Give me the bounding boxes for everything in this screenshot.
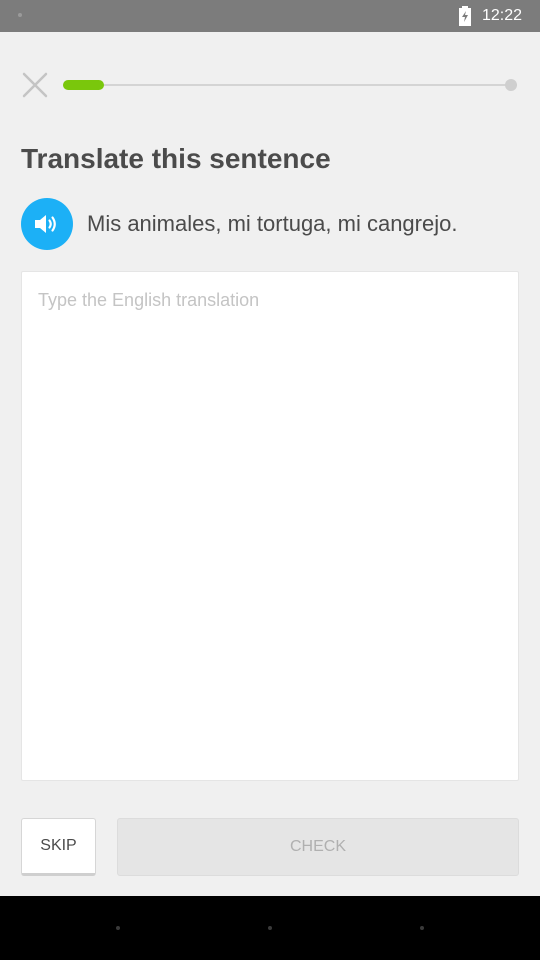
answer-box <box>21 271 519 781</box>
exercise-heading: Translate this sentence <box>21 143 331 174</box>
translation-input[interactable] <box>22 272 518 780</box>
nav-back-button[interactable] <box>116 926 120 930</box>
progress-fill <box>63 80 104 90</box>
status-time: 12:22 <box>482 7 523 24</box>
navigation-bar <box>0 896 540 960</box>
progress-bar <box>63 84 517 86</box>
notification-dot <box>18 13 22 17</box>
status-bar: 12:22 <box>0 0 540 32</box>
battery-charging-icon <box>459 6 471 26</box>
check-button[interactable]: CHECK <box>117 818 519 876</box>
skip-button[interactable]: SKIP <box>21 818 96 876</box>
progress-end-marker <box>505 79 517 91</box>
play-audio-button[interactable] <box>21 198 73 250</box>
nav-home-button[interactable] <box>268 926 272 930</box>
close-button[interactable] <box>22 72 48 98</box>
close-icon <box>22 72 48 98</box>
lesson-screen: Translate this sentence Mis animales, mi… <box>0 32 540 896</box>
source-sentence: Mis animales, mi tortuga, mi cangrejo. <box>87 211 458 236</box>
nav-recents-button[interactable] <box>420 926 424 930</box>
speaker-icon <box>35 215 56 233</box>
